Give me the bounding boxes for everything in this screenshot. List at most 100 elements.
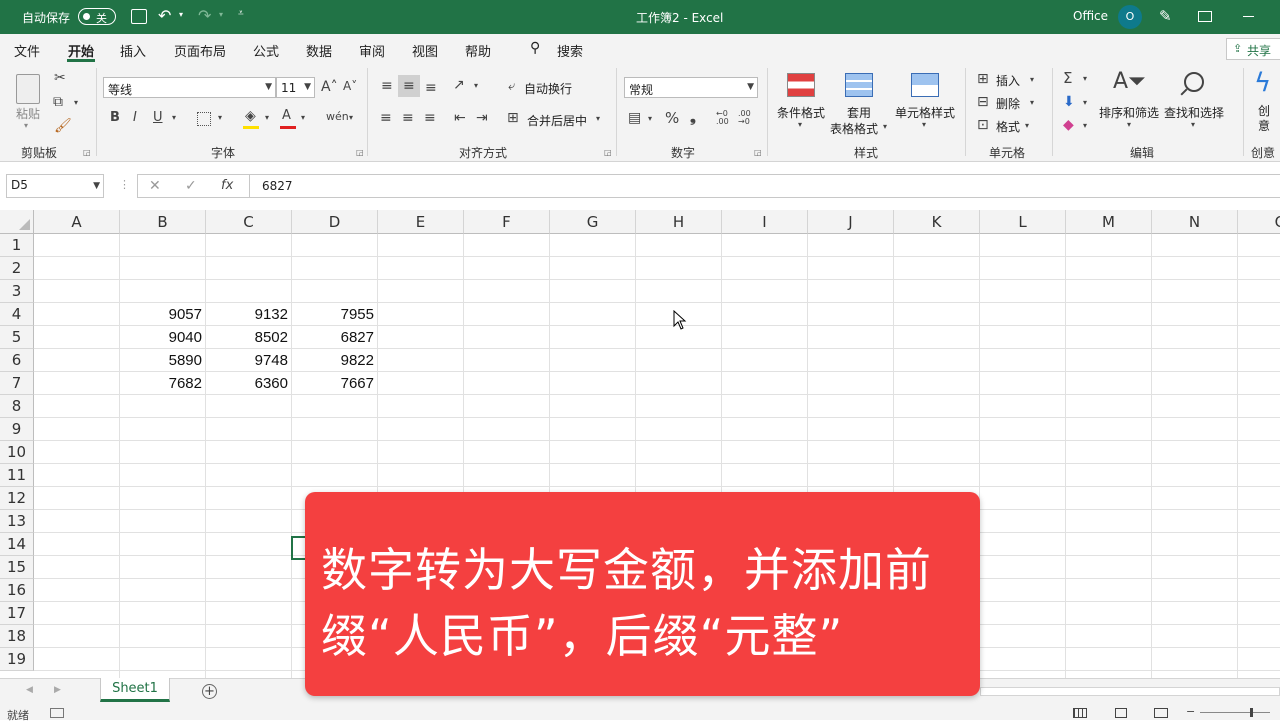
menu-file[interactable]: 文件 (14, 41, 40, 60)
number-launcher-icon[interactable]: ◲ (754, 149, 762, 157)
cell-styles-label[interactable]: 单元格样式 (895, 104, 955, 121)
delete-cells-icon[interactable]: ⊟ (977, 95, 989, 109)
undo-icon[interactable]: ↶ (158, 6, 171, 25)
align-bottom-icon[interactable]: ≡ (425, 81, 437, 95)
page-layout-view-icon[interactable] (1115, 708, 1127, 718)
delete-dropdown-icon[interactable]: ▾ (1030, 99, 1034, 107)
underline-icon[interactable]: U (153, 111, 163, 124)
share-button[interactable]: ⇪ 共享 (1226, 38, 1280, 60)
row-header-19[interactable]: 19 (0, 648, 34, 671)
name-box[interactable]: D5 ▼ (6, 174, 104, 198)
column-header-j[interactable]: J (808, 210, 894, 234)
row-header-6[interactable]: 6 (0, 349, 34, 372)
align-middle-icon[interactable]: ≡ (403, 79, 415, 93)
fill-dropdown-icon[interactable]: ▾ (265, 114, 269, 122)
cell-b4[interactable]: 9057 (120, 303, 206, 326)
column-header-b[interactable]: B (120, 210, 206, 234)
underline-dropdown-icon[interactable]: ▾ (172, 114, 176, 122)
format-painter-icon[interactable]: 🖌 (54, 119, 72, 133)
avatar[interactable]: O (1118, 5, 1142, 29)
column-header-h[interactable]: H (636, 210, 722, 234)
column-header-f[interactable]: F (464, 210, 550, 234)
normal-view-icon[interactable] (1073, 708, 1087, 718)
cancel-icon[interactable]: ✕ (149, 179, 161, 193)
column-header-n[interactable]: N (1152, 210, 1238, 234)
cell-d5[interactable]: 6827 (292, 326, 378, 349)
sort-filter-label[interactable]: 排序和筛选 (1099, 104, 1159, 121)
decrease-decimal-icon[interactable]: .00 →0 (738, 110, 751, 126)
cell-d4[interactable]: 7955 (292, 303, 378, 326)
row-header-3[interactable]: 3 (0, 280, 34, 303)
zoom-slider-thumb[interactable] (1250, 708, 1253, 717)
row-header-7[interactable]: 7 (0, 372, 34, 395)
cell-c6[interactable]: 9748 (206, 349, 292, 372)
menu-data[interactable]: 数据 (306, 41, 332, 60)
customize-qat-icon[interactable]: ⩡ (238, 8, 244, 19)
autosum-icon[interactable]: Σ (1063, 71, 1072, 86)
accounting-format-icon[interactable]: ▤ (628, 111, 641, 125)
format-as-table-icon[interactable] (845, 73, 873, 97)
menu-home[interactable]: 开始 (68, 41, 94, 60)
row-header-18[interactable]: 18 (0, 625, 34, 648)
number-format-select[interactable]: 常规 ▼ (624, 77, 758, 98)
fill-color-icon[interactable]: ◈ (245, 109, 256, 123)
page-break-view-icon[interactable] (1154, 708, 1168, 718)
phonetic-dropdown-icon[interactable]: ▾ (349, 114, 353, 122)
formula-input[interactable]: 6827 (262, 179, 293, 193)
sort-filter-icon[interactable]: A⏷ (1113, 71, 1146, 93)
orientation-icon[interactable]: ↗ (453, 78, 465, 92)
column-header-m[interactable]: M (1066, 210, 1152, 234)
border-icon[interactable] (197, 112, 211, 126)
row-header-5[interactable]: 5 (0, 326, 34, 349)
wrap-text-icon[interactable]: ⤶ (508, 80, 515, 93)
menu-formulas[interactable]: 公式 (253, 41, 279, 60)
format-cells-label[interactable]: 格式 (996, 118, 1020, 135)
insert-cells-label[interactable]: 插入 (996, 72, 1020, 89)
next-sheet-icon[interactable]: ▶ (54, 686, 61, 695)
menu-search[interactable]: 搜索 (557, 41, 583, 60)
orientation-dropdown-icon[interactable]: ▾ (474, 82, 478, 90)
column-header-l[interactable]: L (980, 210, 1066, 234)
fill-dropdown-icon[interactable]: ▾ (1083, 99, 1087, 107)
autosave-toggle[interactable]: 关 (78, 8, 116, 25)
row-header-10[interactable]: 10 (0, 441, 34, 464)
increase-decimal-icon[interactable]: ←0.00 (716, 110, 729, 126)
row-header-14[interactable]: 14 (0, 533, 34, 556)
column-header-o[interactable]: O (1238, 210, 1280, 234)
clipboard-launcher-icon[interactable]: ◲ (83, 149, 91, 157)
cell-styles-icon[interactable] (911, 73, 939, 97)
column-header-i[interactable]: I (722, 210, 808, 234)
column-header-e[interactable]: E (378, 210, 464, 234)
align-center-icon[interactable]: ≡ (402, 111, 414, 125)
conditional-format-label[interactable]: 条件格式 (777, 104, 825, 121)
border-dropdown-icon[interactable]: ▾ (218, 114, 222, 122)
menu-page-layout[interactable]: 页面布局 (174, 41, 226, 60)
insert-function-icon[interactable]: fx (221, 179, 233, 192)
paste-dropdown-icon[interactable]: ▾ (24, 121, 28, 130)
sheet-tab[interactable]: Sheet1 (100, 678, 170, 702)
alignment-launcher-icon[interactable]: ◲ (604, 149, 612, 157)
insert-dropdown-icon[interactable]: ▾ (1030, 76, 1034, 84)
insert-cells-icon[interactable]: ⊞ (977, 72, 989, 86)
copy-dropdown-icon[interactable]: ▾ (74, 99, 78, 107)
accessibility-icon[interactable] (50, 708, 64, 718)
align-left-icon[interactable]: ≡ (380, 111, 392, 125)
row-header-4[interactable]: 4 (0, 303, 34, 326)
increase-font-icon[interactable]: A˄ (321, 80, 338, 94)
column-header-c[interactable]: C (206, 210, 292, 234)
cell-c4[interactable]: 9132 (206, 303, 292, 326)
ribbon-display-icon[interactable] (1198, 11, 1212, 22)
format-dropdown-icon[interactable]: ▾ (1025, 122, 1029, 130)
paste-label[interactable]: 粘贴 (16, 105, 40, 122)
ideas-label[interactable]: 创意 (1258, 104, 1272, 134)
format-cells-icon[interactable]: ⊡ (977, 118, 989, 132)
row-header-1[interactable]: 1 (0, 234, 34, 257)
bold-icon[interactable]: B (110, 111, 120, 124)
cell-b5[interactable]: 9040 (120, 326, 206, 349)
decrease-indent-icon[interactable]: ⇤ (454, 111, 466, 125)
zoom-out-icon[interactable]: − (1186, 705, 1195, 718)
ideas-icon[interactable]: ϟ (1254, 70, 1271, 96)
font-size-select[interactable]: 11 ▼ (276, 77, 315, 98)
undo-dropdown-icon[interactable]: ▾ (179, 10, 183, 19)
prev-sheet-icon[interactable]: ◀ (26, 686, 33, 695)
